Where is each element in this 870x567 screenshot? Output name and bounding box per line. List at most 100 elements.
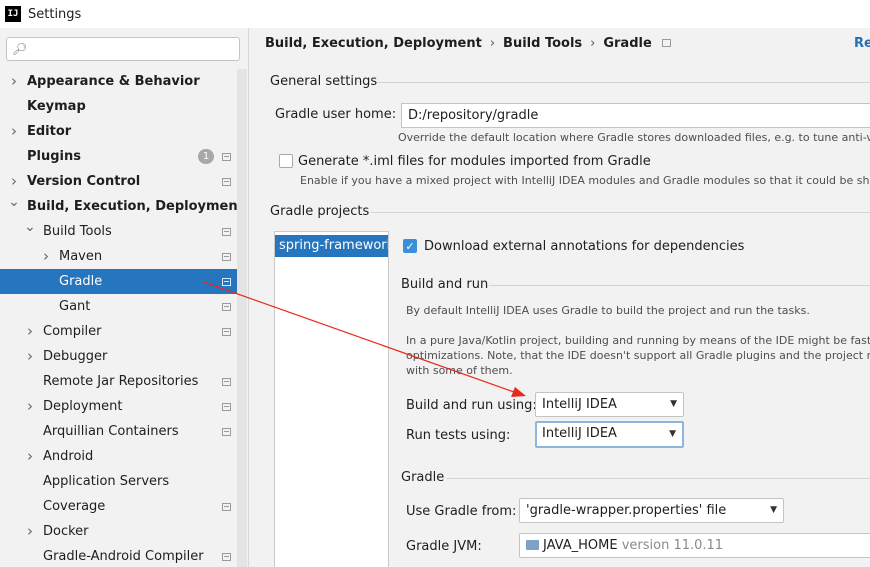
sidebar-item-debugger[interactable]: › Debugger	[0, 344, 237, 369]
gradle-user-home-field[interactable]: D:/repository/gradle	[401, 103, 870, 128]
gradle-projects-title: Gradle projects	[270, 204, 370, 219]
project-settings-icon	[222, 428, 231, 436]
search-icon: 🔎︎	[12, 42, 28, 56]
build-and-run-title: Build and run	[401, 277, 489, 292]
sidebar-item-label: Compiler	[43, 324, 102, 339]
sidebar-item-compiler[interactable]: › Compiler	[0, 319, 237, 344]
list-item[interactable]: spring-framework-5	[275, 235, 388, 257]
sidebar-item-label: Debugger	[43, 349, 108, 364]
sidebar-item-maven[interactable]: › Maven	[0, 244, 237, 269]
build-run-description-line: with some of them.	[406, 364, 513, 377]
sidebar-item-deployment[interactable]: › Deployment	[0, 394, 237, 419]
sidebar-item-label: Gradle	[59, 274, 103, 289]
generate-iml-checkbox[interactable]	[279, 154, 293, 168]
breadcrumb-separator: ›	[489, 36, 496, 51]
settings-tree: › Appearance & Behavior Keymap › Editor Plugi…	[0, 69, 244, 567]
breadcrumb-item[interactable]: Build Tools	[503, 36, 582, 51]
build-run-description-line: optimizations. Note, that the IDE doesn'…	[406, 349, 870, 362]
build-run-using-label: Build and run using:	[406, 398, 537, 413]
project-settings-icon	[222, 503, 231, 511]
download-annotations-checkbox[interactable]: ✓	[403, 239, 417, 253]
project-settings-icon	[222, 328, 231, 336]
chevron-right-icon[interactable]: ›	[24, 444, 36, 469]
sidebar-item-label: Deployment	[43, 399, 123, 414]
project-settings-icon	[661, 39, 671, 47]
build-run-description-line: In a pure Java/Kotlin project, building …	[406, 334, 870, 347]
sidebar-item-label: Android	[43, 449, 94, 464]
gradle-jvm-value: JAVA_HOME	[543, 538, 618, 553]
gradle-projects-list[interactable]: spring-framework-5	[274, 231, 389, 567]
chevron-down-icon[interactable]: ⌄	[24, 215, 36, 240]
project-settings-icon	[222, 278, 231, 286]
project-settings-icon	[222, 153, 231, 161]
chevron-right-icon[interactable]: ›	[24, 344, 36, 369]
chevron-right-icon[interactable]: ›	[40, 244, 52, 269]
sidebar-item-label: Docker	[43, 524, 89, 539]
settings-sidebar: 🔎︎ › Appearance & Behavior Keymap › Editor Pl…	[0, 28, 248, 567]
breadcrumb-item[interactable]: Build, Execution, Deployment	[265, 36, 482, 51]
sidebar-item-coverage[interactable]: Coverage	[0, 494, 237, 519]
gradle-user-home-hint: Override the default location where Grad…	[398, 131, 870, 144]
breadcrumb-item: Gradle	[603, 36, 652, 51]
use-gradle-from-label: Use Gradle from:	[406, 504, 517, 519]
project-settings-icon	[222, 253, 231, 261]
settings-content: Build, Execution, Deployment › Build Tools…	[249, 28, 870, 567]
gradle-user-home-label: Gradle user home:	[275, 107, 397, 122]
project-settings-icon	[222, 228, 231, 236]
breadcrumb: Build, Execution, Deployment › Build Tools…	[265, 36, 671, 51]
chevron-down-icon[interactable]: ⌄	[8, 190, 20, 215]
sidebar-item-gradle[interactable]: Gradle	[0, 269, 237, 294]
sidebar-item-docker[interactable]: › Docker	[0, 519, 237, 544]
sidebar-item-label: Arquillian Containers	[43, 424, 179, 439]
sidebar-item-gradle-android-compiler[interactable]: Gradle-Android Compiler	[0, 544, 237, 567]
breadcrumb-separator: ›	[590, 36, 596, 51]
chevron-right-icon[interactable]: ›	[8, 69, 20, 94]
use-gradle-from-select[interactable]: 'gradle-wrapper.properties' file ▼	[519, 498, 784, 523]
chevron-right-icon[interactable]: ›	[24, 319, 36, 344]
sidebar-item-android[interactable]: › Android	[0, 444, 237, 469]
sidebar-item-remote-jar-repositories[interactable]: Remote Jar Repositories	[0, 369, 237, 394]
gradle-jvm-select[interactable]: JAVA_HOME version 11.0.11	[519, 533, 870, 558]
sidebar-item-label: Maven	[59, 249, 103, 264]
sidebar-item-gant[interactable]: Gant	[0, 294, 237, 319]
project-settings-icon	[222, 178, 231, 186]
sidebar-item-label: Application Servers	[43, 474, 170, 489]
reset-link[interactable]: Re	[854, 36, 870, 51]
build-run-using-value: IntelliJ IDEA	[542, 397, 617, 412]
project-settings-icon	[222, 303, 231, 311]
sidebar-item-application-servers[interactable]: Application Servers	[0, 469, 237, 494]
chevron-right-icon[interactable]: ›	[24, 519, 36, 544]
download-annotations-label[interactable]: Download external annotations for depend…	[424, 239, 744, 254]
chevron-down-icon: ▼	[669, 429, 676, 439]
chevron-right-icon[interactable]: ›	[24, 394, 36, 419]
sidebar-item-label: Build Tools	[43, 224, 112, 239]
chevron-down-icon: ▼	[770, 505, 777, 515]
sidebar-item-label: Keymap	[27, 99, 86, 114]
section-divider	[447, 478, 870, 479]
sidebar-item-build-tools[interactable]: ⌄ Build Tools	[0, 219, 237, 244]
settings-search-input[interactable]: 🔎︎	[6, 37, 240, 61]
project-settings-icon	[222, 403, 231, 411]
sidebar-item-keymap[interactable]: Keymap	[0, 94, 237, 119]
generate-iml-label[interactable]: Generate *.iml files for modules importe…	[298, 154, 651, 169]
gradle-jvm-version: version 11.0.11	[621, 538, 724, 553]
general-settings-title: General settings	[270, 74, 378, 89]
sidebar-item-appearance-behavior[interactable]: › Appearance & Behavior	[0, 69, 237, 94]
gradle-jvm-label: Gradle JVM:	[406, 539, 482, 554]
window-title: Settings	[28, 6, 82, 22]
run-tests-using-label: Run tests using:	[406, 428, 511, 443]
sidebar-item-label: Version Control	[27, 174, 141, 189]
sidebar-item-arquillian-containers[interactable]: Arquillian Containers	[0, 419, 237, 444]
project-settings-icon	[222, 553, 231, 561]
run-tests-using-select[interactable]: IntelliJ IDEA ▼	[535, 421, 684, 448]
sidebar-item-label: Appearance & Behavior	[27, 74, 200, 89]
sidebar-item-plugins[interactable]: Plugins 1	[0, 144, 237, 169]
build-run-using-select[interactable]: IntelliJ IDEA ▼	[535, 392, 684, 417]
gradle-section-title: Gradle	[401, 470, 445, 485]
chevron-right-icon[interactable]: ›	[8, 119, 20, 144]
sidebar-scrollbar[interactable]	[237, 69, 247, 567]
chevron-down-icon: ▼	[670, 399, 677, 409]
title-bar: IJ Settings	[0, 0, 870, 28]
sidebar-item-editor[interactable]: › Editor	[0, 119, 237, 144]
sidebar-item-version-control[interactable]: › Version Control	[0, 169, 237, 194]
